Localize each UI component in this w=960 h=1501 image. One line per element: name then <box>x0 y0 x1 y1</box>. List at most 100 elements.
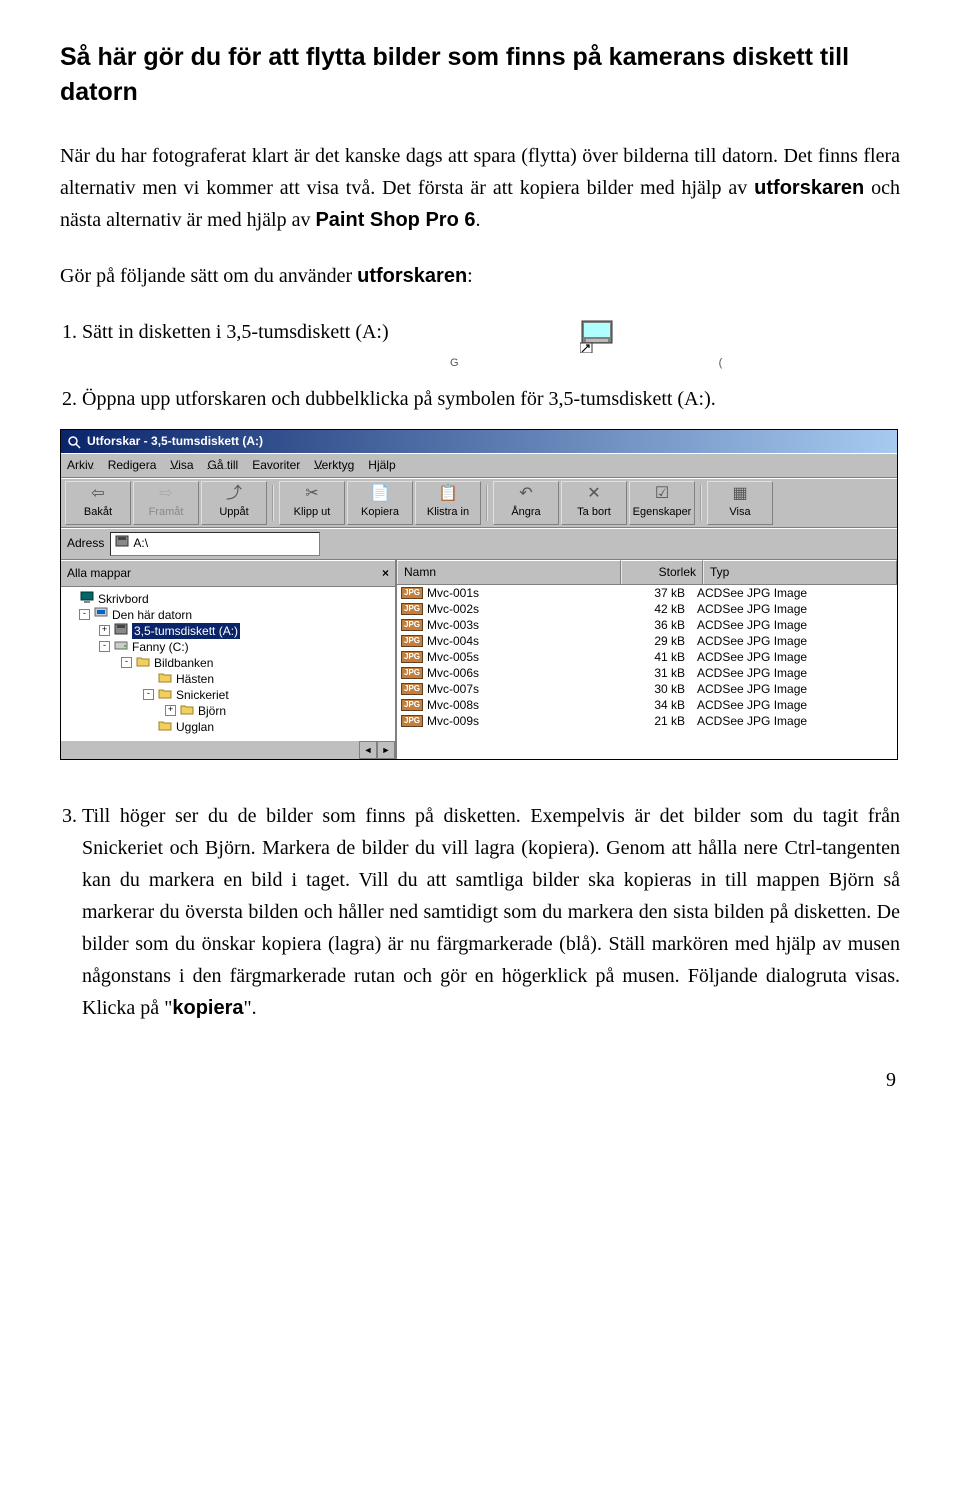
menu-item[interactable]: Gå till <box>208 456 239 475</box>
menu-item[interactable]: Hjälp <box>368 456 395 475</box>
tree-node[interactable]: + Björn <box>63 703 393 719</box>
uppåt-icon: ⤴ <box>226 486 242 502</box>
file-row[interactable]: JPGMvc-008s34 kBACDSee JPG Image <box>397 697 897 713</box>
tree-node[interactable]: -Fanny (C:) <box>63 639 393 655</box>
tree-node[interactable]: Skrivbord <box>63 591 393 607</box>
address-value: A:\ <box>133 534 148 553</box>
file-row[interactable]: JPGMvc-006s31 kBACDSee JPG Image <box>397 665 897 681</box>
tree-close-button[interactable]: × <box>382 564 389 583</box>
intro-bold-utforskaren: utforskaren <box>754 177 864 199</box>
file-size: 30 kB <box>617 681 691 697</box>
toolbar-label: Visa <box>729 504 750 522</box>
toolbar-label: Klipp ut <box>294 504 331 522</box>
file-name: Mvc-002s <box>427 601 479 617</box>
folder-tree[interactable]: Skrivbord-Den här datorn+3,5-tumsdiskett… <box>61 587 395 741</box>
menu-item[interactable]: Verktyg <box>314 456 354 475</box>
tree-node-label: Skrivbord <box>98 591 149 607</box>
file-type: ACDSee JPG Image <box>691 585 897 601</box>
toolbar-label: Framåt <box>149 504 184 522</box>
toolbar-label: Klistra in <box>427 504 469 522</box>
explorer-titlebar[interactable]: Utforskar - 3,5-tumsdiskett (A:) <box>61 430 897 453</box>
toolbar-ångra-button[interactable]: ↶ Ångra <box>493 481 559 525</box>
file-size: 29 kB <box>617 633 691 649</box>
menu-item[interactable]: Eavoriter <box>252 456 300 475</box>
subintro-bold: utforskaren <box>357 265 467 287</box>
file-size: 21 kB <box>617 713 691 729</box>
file-name: Mvc-001s <box>427 585 479 601</box>
subintro-paragraph: Gör på följande sätt om du använder utfo… <box>60 260 900 292</box>
address-field[interactable]: A:\ <box>110 532 320 555</box>
explorer-addressbar[interactable]: Adress A:\ <box>61 528 897 559</box>
klistra-in-icon: 📋 <box>438 486 458 502</box>
intro-paragraph: När du har fotograferat klart är det kan… <box>60 140 900 236</box>
toolbar-klistra-in-button[interactable]: 📋 Klistra in <box>415 481 481 525</box>
explorer-toolbar: ⇦Bakåt⇨Framåt ⤴ Uppåt ✂Klipp ut📄Kopiera 📋 Kli… <box>61 478 897 528</box>
tree-node[interactable]: -Den här datorn <box>63 607 393 623</box>
toolbar-framåt-button: ⇨Framåt <box>133 481 199 525</box>
scroll-left-icon[interactable]: ◄ <box>359 741 377 759</box>
menu-item[interactable]: Visa <box>170 456 193 475</box>
tree-toggle[interactable]: - <box>79 609 90 620</box>
tree-toggle[interactable]: + <box>165 705 176 716</box>
file-row[interactable]: JPGMvc-002s42 kBACDSee JPG Image <box>397 601 897 617</box>
file-name: Mvc-006s <box>427 665 479 681</box>
folder-icon <box>158 687 172 703</box>
file-row[interactable]: JPGMvc-001s37 kBACDSee JPG Image <box>397 585 897 601</box>
file-type: ACDSee JPG Image <box>691 697 897 713</box>
visa-icon: ▦ <box>732 486 747 502</box>
col-name[interactable]: Namn <box>397 560 621 584</box>
toolbar-egenskaper-button[interactable]: ☑Egenskaper <box>629 481 695 525</box>
ångra-icon: ↶ <box>519 486 532 502</box>
toolbar-kopiera-button[interactable]: 📄Kopiera <box>347 481 413 525</box>
col-type[interactable]: Typ <box>703 560 897 584</box>
tree-node[interactable]: -Snickeriet <box>63 687 393 703</box>
file-type: ACDSee JPG Image <box>691 713 897 729</box>
floppy-label-left-crop: G <box>450 358 459 369</box>
tree-toggle[interactable]: + <box>99 625 110 636</box>
floppy-shortcut-icon <box>579 316 615 356</box>
file-row[interactable]: JPGMvc-005s41 kBACDSee JPG Image <box>397 649 897 665</box>
file-name: Mvc-009s <box>427 713 479 729</box>
menu-item[interactable]: Arkiv <box>67 456 94 475</box>
jpg-icon: JPG <box>401 651 423 663</box>
toolbar-uppåt-button[interactable]: ⤴ Uppåt <box>201 481 267 525</box>
tree-node-label: Hästen <box>176 671 214 687</box>
floppy-small-icon <box>115 534 129 553</box>
intro-bold-psp: Paint Shop Pro 6 <box>315 209 475 231</box>
scroll-right-icon[interactable]: ► <box>377 741 395 759</box>
tree-toggle[interactable]: - <box>99 641 110 652</box>
explorer-title-text: Utforskar - 3,5-tumsdiskett (A:) <box>87 432 263 451</box>
file-name: Mvc-008s <box>427 697 479 713</box>
toolbar-ta-bort-button[interactable]: ✕Ta bort <box>561 481 627 525</box>
tree-node-label: Björn <box>198 703 226 719</box>
tree-node[interactable]: +3,5-tumsdiskett (A:) <box>63 623 393 639</box>
tree-node[interactable]: -Bildbanken <box>63 655 393 671</box>
menu-item[interactable]: Redigera <box>108 456 157 475</box>
toolbar-label: Uppåt <box>219 504 248 522</box>
toolbar-label: Ångra <box>511 504 540 522</box>
toolbar-visa-button[interactable]: ▦ Visa <box>707 481 773 525</box>
jpg-icon: JPG <box>401 619 423 631</box>
jpg-icon: JPG <box>401 715 423 727</box>
step-1: Sätt in disketten i 3,5-tumsdiskett (A:) <box>82 316 389 348</box>
folder-tree-pane: Alla mappar × Skrivbord-Den här datorn+3… <box>61 560 397 759</box>
toolbar-klipp-ut-button[interactable]: ✂Klipp ut <box>279 481 345 525</box>
intro-text-c: . <box>475 209 480 231</box>
toolbar-bakåt-button[interactable]: ⇦Bakåt <box>65 481 131 525</box>
subintro-after: : <box>467 265 473 287</box>
file-row[interactable]: JPG Mvc-009s 21 kBACDSee JPG Image <box>397 713 897 729</box>
tree-toggle[interactable]: - <box>143 689 154 700</box>
file-row[interactable]: JPGMvc-007s30 kBACDSee JPG Image <box>397 681 897 697</box>
tree-toggle[interactable]: - <box>121 657 132 668</box>
file-list-body[interactable]: JPGMvc-001s37 kBACDSee JPG ImageJPGMvc-0… <box>397 585 897 729</box>
file-row[interactable]: JPGMvc-003s36 kBACDSee JPG Image <box>397 617 897 633</box>
file-list-header[interactable]: Namn Storlek Typ <box>397 560 897 585</box>
tree-node[interactable]: Hästen <box>63 671 393 687</box>
explorer-menubar[interactable]: Arkiv Redigera Visa Gå till Eavoriter Verktyg… <box>61 453 897 478</box>
file-row[interactable]: JPGMvc-004s29 kBACDSee JPG Image <box>397 633 897 649</box>
tree-node[interactable]: Ugglan <box>63 719 393 735</box>
file-size: 31 kB <box>617 665 691 681</box>
col-size[interactable]: Storlek <box>621 560 703 584</box>
step-3-text-a: Till höger ser du de bilder som finns på… <box>82 805 900 1019</box>
floppy-label-right-crop: ( <box>719 358 723 369</box>
